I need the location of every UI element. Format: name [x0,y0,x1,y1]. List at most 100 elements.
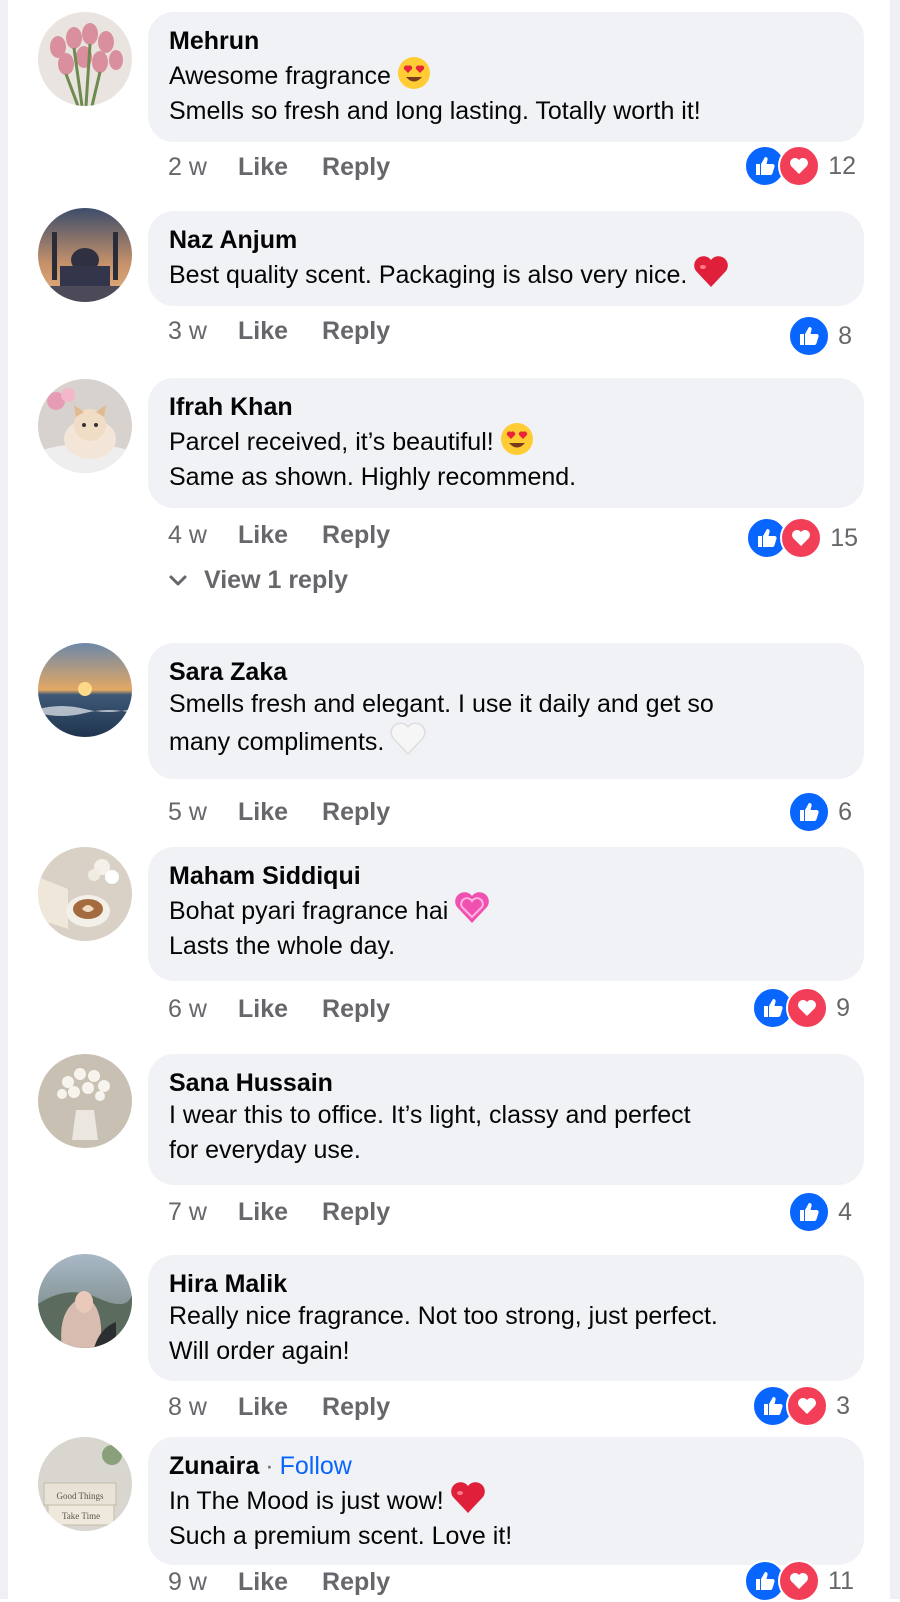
comment-text: for everyday use. [169,1136,361,1164]
comment-author[interactable]: Sara Zaka [169,657,844,687]
timestamp[interactable]: 3 w [168,317,238,346]
timestamp[interactable]: 8 w [168,1393,238,1422]
mosque-avatar[interactable] [38,208,132,302]
like-button[interactable]: Like [238,1198,288,1227]
reaction-summary[interactable]: 11 [744,1560,854,1602]
love-reaction-icon [786,1385,829,1427]
reply-button[interactable]: Reply [322,1198,390,1227]
heart-eyes-emoji [500,422,534,456]
comment-author[interactable]: Sana Hussain [169,1068,844,1098]
like-button[interactable]: Like [238,1393,288,1422]
comment-bubble: Hira Malik Really nice fragrance. Not to… [148,1255,864,1381]
love-reaction-icon [780,517,823,559]
comment-text: In The Mood is just wow! [169,1487,444,1515]
comment-bubble: Mehrun Awesome fragrance Smells so fresh … [148,12,864,142]
like-button[interactable]: Like [238,1568,288,1597]
like-button[interactable]: Like [238,153,288,182]
reply-button[interactable]: Reply [322,798,390,827]
love-reaction-icon [786,987,829,1029]
reaction-count: 3 [836,1391,850,1420]
comment-text: Such a premium scent. Love it! [169,1522,513,1550]
comment-author[interactable]: Zunaira [169,1452,259,1480]
books-avatar[interactable]: Good Things Take Time [38,1437,132,1531]
tulips-avatar[interactable] [38,12,132,106]
chevron-down-icon [168,566,190,595]
reaction-summary[interactable]: 12 [744,145,856,187]
sunset-avatar[interactable] [38,643,132,737]
reaction-count: 15 [830,523,858,552]
heart-eyes-emoji [397,56,431,90]
timestamp[interactable]: 5 w [168,798,238,827]
comment-text: Parcel received, it’s beautiful! [169,428,494,456]
separator-dot: · [265,1452,274,1480]
timestamp[interactable]: 6 w [168,995,238,1024]
reaction-summary[interactable]: 15 [746,517,858,559]
reaction-summary[interactable]: 4 [788,1191,852,1233]
comment-bubble: Sana Hussain I wear this to office. It’s… [148,1054,864,1185]
comment-author[interactable]: Naz Anjum [169,225,844,255]
timestamp[interactable]: 7 w [168,1198,238,1227]
comment-author[interactable]: Ifrah Khan [169,392,844,422]
comment-bubble: Ifrah Khan Parcel received, it’s beautif… [148,378,864,508]
comment-text: I wear this to office. It’s light, class… [169,1101,691,1129]
comment-actions: 3 w Like Reply [168,314,424,348]
comment-text: Lasts the whole day. [169,932,396,960]
hijab-woman-avatar[interactable] [38,1254,132,1348]
right-edge [890,0,900,1599]
reaction-count: 9 [836,993,850,1022]
like-button[interactable]: Like [238,521,288,550]
reaction-count: 12 [828,151,856,180]
comment-text: Really nice fragrance. Not too strong, j… [169,1302,718,1330]
comment-author[interactable]: Mehrun [169,26,844,56]
reply-button[interactable]: Reply [322,153,390,182]
white-heart-emoji [390,722,426,756]
red-heart-emoji [693,255,729,289]
cat-avatar[interactable] [38,379,132,473]
love-reaction-icon [778,145,821,187]
reply-button[interactable]: Reply [322,317,390,346]
comment-actions: 6 w Like Reply [168,992,424,1026]
like-button[interactable]: Like [238,798,288,827]
comment-text: Same as shown. Highly recommend. [169,463,577,491]
reaction-count: 6 [838,797,852,826]
reaction-summary[interactable]: 3 [752,1385,850,1427]
comment-text: Smells so fresh and long lasting. Totall… [169,97,701,125]
reaction-count: 8 [838,321,852,350]
comment-author[interactable]: Maham Siddiqui [169,861,844,891]
comment-actions: 4 w Like Reply [168,518,424,552]
comment-bubble: Naz Anjum Best quality scent. Packaging … [148,211,864,306]
comment-actions: 9 w Like Reply [168,1565,424,1599]
comment-text: Best quality scent. Packaging is also ve… [169,261,688,289]
flowers-vase-avatar[interactable] [38,1054,132,1148]
timestamp[interactable]: 2 w [168,153,238,182]
timestamp[interactable]: 4 w [168,521,238,550]
comment-bubble: Zunaira · Follow In The Mood is just wow! S… [148,1437,864,1565]
reaction-summary[interactable]: 9 [752,987,850,1029]
like-reaction-icon [788,315,831,357]
like-button[interactable]: Like [238,995,288,1024]
reply-button[interactable]: Reply [322,1568,390,1597]
like-reaction-icon [788,1191,831,1233]
like-button[interactable]: Like [238,317,288,346]
reply-button[interactable]: Reply [322,521,390,550]
reply-button[interactable]: Reply [322,995,390,1024]
red-heart-emoji [450,1481,486,1515]
comment-text: Bohat pyari fragrance hai [169,897,449,925]
view-replies-button[interactable]: View 1 reply [168,566,348,595]
comment-bubble: Maham Siddiqui Bohat pyari fragrance hai… [148,847,864,981]
follow-button[interactable]: Follow [280,1452,352,1480]
coffee-avatar[interactable] [38,847,132,941]
comment-text: Will order again! [169,1337,350,1365]
left-edge [0,0,8,1599]
comment-bubble: Sara Zaka Smells fresh and elegant. I us… [148,643,864,779]
book-title: Take Time [62,1511,100,1521]
comment-author[interactable]: Hira Malik [169,1269,844,1299]
comment-text: many compliments. [169,728,385,756]
timestamp[interactable]: 9 w [168,1568,238,1597]
love-reaction-icon [778,1560,821,1602]
reaction-summary[interactable]: 6 [788,791,852,833]
reaction-summary[interactable]: 8 [788,315,852,357]
comment-actions: 7 w Like Reply [168,1195,424,1229]
reply-button[interactable]: Reply [322,1393,390,1422]
like-reaction-icon [788,791,831,833]
